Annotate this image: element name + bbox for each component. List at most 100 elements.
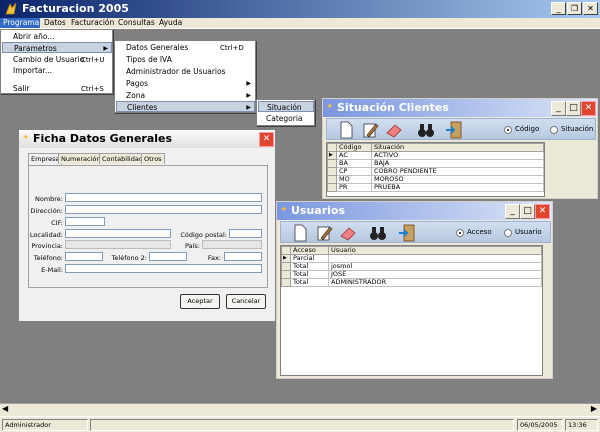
radio-usuario[interactable] [504, 229, 512, 237]
close-icon[interactable]: ✕ [581, 101, 596, 116]
menu-item-clientes[interactable]: Clientes ▶ [116, 101, 255, 112]
cif-field[interactable] [65, 217, 105, 226]
menu-programa[interactable]: Programa [0, 18, 40, 28]
email-field[interactable] [65, 264, 262, 273]
menu-item-parametros[interactable]: Parametros ▶ [2, 42, 112, 53]
submenu-arrow-icon: ▶ [246, 92, 251, 99]
exit-door-icon[interactable] [445, 121, 463, 139]
telefono-field[interactable] [65, 252, 103, 261]
localidad-field[interactable] [65, 229, 171, 238]
usuarios-caption: ✦ Usuarios _ □ ✕ [277, 202, 552, 220]
parametros-submenu: Datos Generales Ctrl+D Tipos de IVA Admi… [114, 40, 256, 113]
horizontal-scrollbar[interactable]: ◀ ▶ [0, 403, 600, 416]
radio-situacion[interactable] [550, 126, 558, 134]
menu-item-situacion[interactable]: Situación [258, 101, 314, 112]
tab-numeracion[interactable]: Numeración [58, 153, 104, 164]
close-icon[interactable]: ✕ [259, 132, 274, 147]
status-bar: Administrador 06/05/2005 13:36 [0, 416, 600, 432]
menu-item-zona[interactable]: Zona ▶ [126, 90, 254, 101]
telefono2-field[interactable] [149, 252, 187, 261]
status-date: 06/05/2005 [517, 419, 563, 431]
table-row[interactable]: ▶ AC ACTIVO [327, 151, 544, 160]
table-row[interactable]: MO MOROSO [327, 175, 544, 184]
radio-usuario-label: Usuario [515, 228, 542, 236]
menu-item-abrir[interactable]: Abrir año... [13, 31, 54, 42]
menu-item-salir[interactable]: Salir [13, 83, 30, 94]
radio-acceso-label: Acceso [467, 228, 492, 236]
scroll-right-icon[interactable]: ▶ [591, 404, 597, 413]
menu-ayuda[interactable]: Ayuda [159, 18, 182, 28]
menu-item-pagos-label: Pagos [126, 79, 149, 88]
window-icon: ✦ [22, 133, 30, 143]
binoculars-icon[interactable] [369, 224, 387, 242]
close-icon[interactable]: ✕ [583, 2, 598, 15]
label-cif: CIF: [51, 219, 63, 227]
situacion-grid[interactable]: Código Situación ▶ AC ACTIVO BA BAJA CP COBRO… [326, 142, 545, 197]
edit-icon[interactable] [361, 121, 379, 139]
radio-acceso[interactable] [456, 229, 464, 237]
app-title: Facturacion 2005 [22, 2, 129, 15]
provincia-field[interactable] [65, 240, 171, 249]
minimize-icon[interactable]: _ [551, 101, 566, 116]
menu-facturacion[interactable]: Facturación [71, 18, 114, 28]
menu-datos[interactable]: Datos [44, 18, 66, 28]
table-row[interactable]: ▶ Parcial [281, 254, 542, 263]
eraser-icon[interactable] [339, 224, 357, 242]
binoculars-icon[interactable] [417, 121, 435, 139]
usuarios-grid[interactable]: Acceso Usuario ▶ Parcial Total josmol Total… [280, 245, 543, 376]
table-row[interactable]: Total josmol [281, 262, 542, 271]
menu-item-cambio-usuario[interactable]: Cambio de Usuario [13, 54, 84, 65]
ficha-caption: ✦ Ficha Datos Generales ✕ [19, 130, 275, 148]
submenu-arrow-icon: ▶ [246, 80, 251, 87]
menu-item-zona-label: Zona [126, 91, 146, 100]
scroll-left-icon[interactable]: ◀ [2, 404, 8, 413]
codigo-postal-field[interactable] [229, 229, 262, 238]
radio-codigo[interactable] [504, 126, 512, 134]
column-header[interactable]: Usuario [328, 246, 542, 255]
app-title-bar: Facturacion 2005 _ ❐ ✕ [0, 0, 600, 18]
usuarios-window: ✦ Usuarios _ □ ✕ Acceso Usuario Acceso Us… [276, 201, 553, 379]
cancelar-button[interactable]: Cancelar [226, 294, 266, 309]
menu-item-pagos[interactable]: Pagos ▶ [126, 78, 254, 89]
window-icon: ✦ [280, 205, 288, 215]
exit-door-icon[interactable] [398, 224, 416, 242]
menu-consultas[interactable]: Consultas [118, 18, 155, 28]
tab-otros[interactable]: Otros [141, 153, 165, 164]
restore-icon[interactable]: ❐ [567, 2, 582, 15]
nombre-field[interactable] [65, 193, 262, 202]
menu-item-categoria[interactable]: Categoria [266, 113, 303, 124]
situacion-caption: ✦ Situación Clientes _ □ ✕ [323, 99, 597, 117]
aceptar-button[interactable]: Aceptar [180, 294, 220, 309]
label-nombre: Nombre: [34, 195, 63, 203]
menu-item-parametros-label: Parametros [14, 44, 57, 53]
app-icon [5, 2, 17, 15]
menu-item-datos-generales[interactable]: Datos Generales [126, 42, 188, 53]
menu-item-admin-usuarios[interactable]: Administrador de Usuarios [126, 66, 226, 77]
minimize-icon[interactable]: _ [551, 2, 566, 15]
table-row[interactable]: Total ADMINISTRADOR [281, 278, 542, 287]
direccion-field[interactable] [65, 205, 262, 214]
fax-field[interactable] [224, 252, 262, 261]
table-row[interactable]: CP COBRO PENDIENTE [327, 167, 544, 176]
label-direccion: Dirección: [30, 207, 63, 215]
table-row[interactable]: Total JOSE [281, 270, 542, 279]
clientes-submenu: Situación Categoria [256, 99, 315, 126]
maximize-icon[interactable]: □ [520, 204, 535, 219]
situacion-clientes-window: ✦ Situación Clientes _ □ ✕ Código Situac… [322, 98, 598, 199]
menu-separator [3, 80, 111, 81]
edit-icon[interactable] [315, 224, 333, 242]
new-document-icon[interactable] [337, 121, 355, 139]
label-localidad: Localidad: [29, 231, 63, 239]
menu-item-tipos-iva[interactable]: Tipos de IVA [126, 54, 172, 65]
pais-field[interactable] [202, 240, 262, 249]
tab-contabilidad[interactable]: Contabilidad [99, 153, 146, 164]
new-document-icon[interactable] [291, 224, 309, 242]
ficha-tabs: Empresa Numeración Contabilidad Otros [28, 153, 268, 165]
menu-item-importar[interactable]: Importar... [13, 65, 52, 76]
maximize-icon[interactable]: □ [566, 101, 581, 116]
minimize-icon[interactable]: _ [505, 204, 520, 219]
close-icon[interactable]: ✕ [535, 204, 550, 219]
eraser-icon[interactable] [385, 121, 403, 139]
status-user: Administrador [2, 419, 88, 431]
table-row[interactable]: PR PRUEBA [327, 183, 544, 192]
